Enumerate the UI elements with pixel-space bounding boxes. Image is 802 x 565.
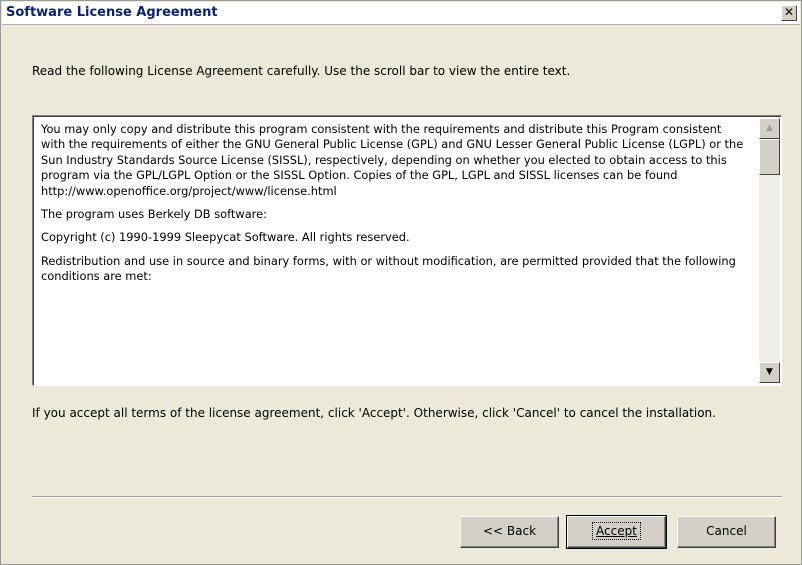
close-icon[interactable]: ✕ [781,5,797,21]
scroll-down-arrow-icon[interactable]: ▼ [759,362,780,383]
divider [32,496,782,498]
scroll-thumb[interactable] [759,139,780,175]
title-bar[interactable]: Software License Agreement ✕ [2,2,800,25]
license-paragraph: Redistribution and use in source and bin… [41,253,736,284]
license-paragraph: The program uses Berkely DB software: [41,207,267,222]
instruction-text: Read the following License Agreement car… [32,64,571,78]
accept-button-label: Accept [592,522,641,540]
license-paragraph: Copyright (c) 1990-1999 Sleepycat Softwa… [41,230,410,245]
back-button[interactable]: << Back [460,516,559,548]
license-paragraph: You may only copy and distribute this pr… [41,122,744,198]
license-text-area[interactable]: You may only copy and distribute this pr… [32,115,782,386]
accept-button[interactable]: Accept [566,515,667,549]
license-text: You may only copy and distribute this pr… [41,122,749,293]
license-dialog: Software License Agreement ✕ Read the fo… [0,0,802,565]
accept-info-text: If you accept all terms of the license a… [32,406,716,420]
vertical-scrollbar[interactable]: ▲ ▼ [759,118,780,383]
cancel-button[interactable]: Cancel [677,516,776,548]
dialog-title: Software License Agreement [6,5,218,20]
scroll-up-arrow-icon[interactable]: ▲ [759,118,780,139]
